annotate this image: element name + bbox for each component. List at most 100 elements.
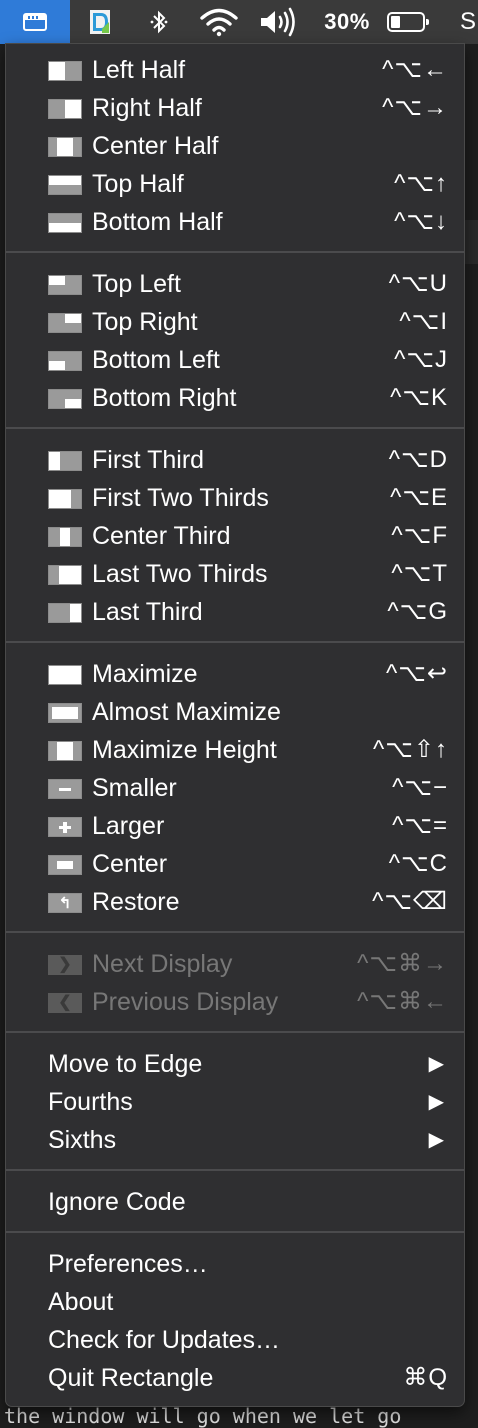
menu-item-right-half[interactable]: Right Half ^⌥→: [6, 89, 464, 127]
menu-separator: [6, 1169, 464, 1171]
center-third-icon: [48, 527, 82, 547]
menu-item-sixths[interactable]: Sixths ▶: [6, 1121, 464, 1159]
right-half-icon: [48, 99, 82, 119]
menu-item-shortcut: ^⌥=: [392, 812, 448, 839]
menu-item-top-left[interactable]: Top Left ^⌥U: [6, 265, 464, 303]
menu-item-center-third[interactable]: Center Third ^⌥F: [6, 517, 464, 555]
menu-item-last-third[interactable]: Last Third ^⌥G: [6, 593, 464, 631]
menu-item-label: Bottom Right: [92, 384, 237, 412]
menu-item-label: Sixths: [48, 1126, 117, 1154]
menu-item-previous-display: ❮ Previous Display ^⌥⌘←: [6, 983, 464, 1021]
menu-item-quit-rectangle[interactable]: Quit Rectangle ⌘Q: [6, 1359, 464, 1397]
menu-item-smaller[interactable]: Smaller ^⌥−: [6, 769, 464, 807]
menu-item-bottom-left[interactable]: Bottom Left ^⌥J: [6, 341, 464, 379]
first-third-icon: [48, 451, 82, 471]
menu-item-label: Center: [92, 850, 168, 878]
menu-item-shortcut: ^⌥F: [391, 522, 448, 549]
smaller-icon: [48, 779, 82, 799]
menu-item-label: Last Two Thirds: [92, 560, 268, 588]
previous-display-icon: ❮: [48, 993, 82, 1013]
menu-item-maximize-height[interactable]: Maximize Height ^⌥⇧↑: [6, 731, 464, 769]
restore-icon: ↰: [48, 893, 82, 913]
menu-item-label: Ignore Code: [48, 1188, 186, 1216]
rectangle-status-item[interactable]: [0, 0, 70, 44]
menu-item-first-two-thirds[interactable]: First Two Thirds ^⌥E: [6, 479, 464, 517]
center-icon: [48, 855, 82, 875]
rectangle-menu: Left Half ^⌥← Right Half ^⌥→ Center Half Top …: [6, 44, 464, 1406]
menu-item-label: Larger: [92, 812, 165, 840]
menu-item-label: Bottom Half: [92, 208, 223, 236]
menu-item-label: First Two Thirds: [92, 484, 269, 512]
next-display-icon: ❯: [48, 955, 82, 975]
background-band: [462, 220, 478, 264]
left-half-icon: [48, 61, 82, 81]
menu-item-first-third[interactable]: First Third ^⌥D: [6, 441, 464, 479]
menu-item-shortcut: ^⌥E: [390, 484, 448, 511]
menu-item-shortcut: ^⌥G: [387, 598, 448, 625]
volume-icon[interactable]: [254, 0, 304, 44]
battery-percent[interactable]: 30%: [318, 0, 376, 44]
menu-item-label: Maximize Height: [92, 736, 277, 764]
menu-item-shortcut: ^⌥↓: [394, 208, 448, 235]
battery-icon[interactable]: [380, 0, 432, 44]
menu-item-label: Top Half: [92, 170, 184, 198]
menu-item-label: Maximize: [92, 660, 198, 688]
menu-item-shortcut: ^⌥⌫: [372, 888, 448, 915]
menu-item-larger[interactable]: Larger ^⌥=: [6, 807, 464, 845]
menu-separator: [6, 251, 464, 253]
menu-item-check-for-updates[interactable]: Check for Updates…: [6, 1321, 464, 1359]
maximize-height-icon: [48, 741, 82, 761]
bluetooth-icon[interactable]: [142, 0, 176, 44]
menu-item-shortcut: ^⌥⌘→: [357, 950, 448, 977]
menu-item-shortcut: ^⌥−: [392, 774, 448, 801]
menu-item-preferences[interactable]: Preferences…: [6, 1245, 464, 1283]
menu-item-shortcut: ^⌥I: [399, 308, 448, 335]
menu-item-label: Quit Rectangle: [48, 1364, 214, 1392]
menu-item-almost-maximize[interactable]: Almost Maximize: [6, 693, 464, 731]
menu-item-shortcut: ^⌥⇧↑: [372, 736, 448, 763]
menu-item-label: Left Half: [92, 56, 186, 84]
menu-item-label: About: [48, 1288, 114, 1316]
maximize-icon: [48, 665, 82, 685]
menu-item-top-half[interactable]: Top Half ^⌥↑: [6, 165, 464, 203]
menu-item-label: Right Half: [92, 94, 202, 122]
menu-item-shortcut: ^⌥U: [388, 270, 448, 297]
menu-item-bottom-half[interactable]: Bottom Half ^⌥↓: [6, 203, 464, 241]
menu-item-about[interactable]: About: [6, 1283, 464, 1321]
menu-item-label: Smaller: [92, 774, 177, 802]
menu-item-maximize[interactable]: Maximize ^⌥↩: [6, 655, 464, 693]
menu-item-label: Center Half: [92, 132, 219, 160]
menu-item-label: Center Third: [92, 522, 231, 550]
menu-item-center-half[interactable]: Center Half: [6, 127, 464, 165]
first-two-thirds-icon: [48, 489, 82, 509]
submenu-arrow-icon: ▶: [428, 1053, 444, 1075]
menu-item-fourths[interactable]: Fourths ▶: [6, 1083, 464, 1121]
center-half-icon: [48, 137, 82, 157]
menu-separator: [6, 427, 464, 429]
menu-item-next-display: ❯ Next Display ^⌥⌘→: [6, 945, 464, 983]
bottom-left-icon: [48, 351, 82, 371]
bottom-right-icon: [48, 389, 82, 409]
menu-item-label: Fourths: [48, 1088, 133, 1116]
menu-item-label: First Third: [92, 446, 205, 474]
menu-item-bottom-right[interactable]: Bottom Right ^⌥K: [6, 379, 464, 417]
menubar-trailing-text[interactable]: S: [460, 0, 478, 44]
menu-item-last-two-thirds[interactable]: Last Two Thirds ^⌥T: [6, 555, 464, 593]
menu-item-shortcut: ^⌥←: [382, 56, 448, 83]
background-text: the window will go when we let go: [4, 1404, 402, 1428]
menu-item-center[interactable]: Center ^⌥C: [6, 845, 464, 883]
almost-maximize-icon: [48, 703, 82, 723]
menu-separator: [6, 1031, 464, 1033]
menu-item-top-right[interactable]: Top Right ^⌥I: [6, 303, 464, 341]
menu-item-ignore-code[interactable]: Ignore Code: [6, 1183, 464, 1221]
app-status-icon[interactable]: [82, 0, 118, 44]
larger-icon: [48, 817, 82, 837]
menu-item-label: Bottom Left: [92, 346, 220, 374]
menu-item-label: Move to Edge: [48, 1050, 203, 1078]
menu-item-left-half[interactable]: Left Half ^⌥←: [6, 51, 464, 89]
wifi-icon[interactable]: [194, 0, 244, 44]
menu-item-move-to-edge[interactable]: Move to Edge ▶: [6, 1045, 464, 1083]
menu-item-shortcut: ^⌥T: [391, 560, 448, 587]
top-left-icon: [48, 275, 82, 295]
menu-item-restore[interactable]: ↰ Restore ^⌥⌫: [6, 883, 464, 921]
